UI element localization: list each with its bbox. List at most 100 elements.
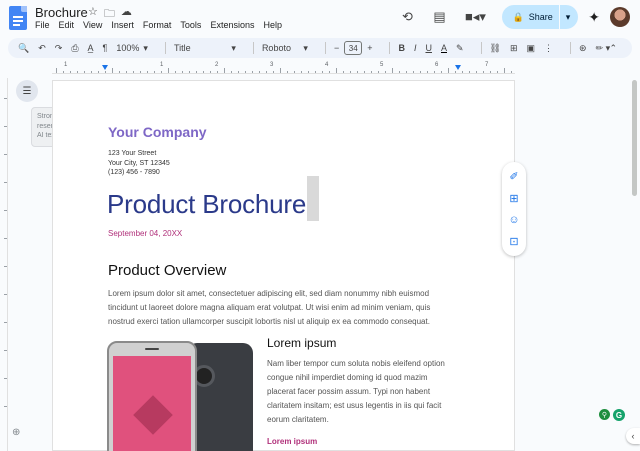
ruler-tick [252, 71, 253, 73]
ruler-tick [399, 71, 400, 73]
ruler-tick [350, 71, 351, 73]
side-panel-toggle-icon[interactable]: ‹ [626, 428, 640, 444]
chevron-down-icon: ▾ [143, 42, 148, 53]
ruler-tick [217, 71, 218, 73]
list-icon: ☰ [22, 85, 32, 97]
ruler-tick [280, 68, 281, 73]
address-line: 123 Your Street [108, 150, 157, 157]
section-heading[interactable]: Lorem ipsum [267, 336, 336, 350]
ruler-number: 1 [160, 62, 164, 68]
italic-button[interactable]: I [414, 43, 417, 53]
company-address[interactable]: 123 Your Street Your City, ST 12345 (123… [108, 149, 170, 178]
document-heading[interactable]: Product Brochure [107, 189, 306, 220]
chevron-down-icon[interactable]: ▾ [566, 12, 571, 23]
increase-font-size-button[interactable]: + [367, 43, 372, 53]
header: Brochure ☆ 🗀 ☁ File Edit View Insert For… [0, 0, 640, 36]
decrease-font-size-button[interactable]: − [334, 43, 339, 53]
grammarly-icon[interactable]: G [613, 409, 625, 421]
docs-logo-icon[interactable] [9, 6, 27, 30]
avatar[interactable] [610, 7, 630, 27]
insert-comment-icon[interactable]: ⊞ [510, 43, 518, 54]
font-size-input[interactable]: 34 [344, 41, 363, 55]
ruler-tick [210, 71, 211, 73]
location-pin-icon[interactable]: ⚲ [599, 409, 610, 420]
ruler-tick [203, 71, 204, 73]
ruler-tick [161, 71, 162, 73]
section-subheading[interactable]: Lorem ipsum [267, 437, 317, 446]
ruler-tick [357, 71, 358, 73]
ruler-tick [301, 71, 302, 73]
suggest-edits-icon[interactable]: ⊡ [509, 235, 518, 248]
company-name[interactable]: Your Company [108, 124, 207, 140]
menu-file[interactable]: File [35, 20, 50, 30]
ruler-number: 2 [215, 62, 219, 68]
bold-button[interactable]: B [398, 43, 405, 53]
menu-edit[interactable]: Edit [59, 20, 75, 30]
right-indent-marker[interactable] [455, 65, 461, 70]
link-icon[interactable]: ⛓ [490, 43, 501, 54]
print-icon[interactable]: ⎙ [71, 43, 78, 54]
lock-icon: 🔒 [512, 11, 524, 22]
horizontal-ruler[interactable]: 1 1 2 3 4 5 6 7 [52, 62, 515, 74]
phone-image[interactable] [107, 341, 255, 451]
ruler-tick [133, 71, 134, 73]
gemini-icon[interactable]: ✦ [588, 9, 600, 26]
text-color-button[interactable]: A [441, 43, 447, 53]
floating-action-bar: ✐ ⊞ ☺ ⊡ [502, 162, 526, 256]
left-indent-marker[interactable] [102, 65, 108, 70]
emoji-icon[interactable]: ☺ [508, 214, 519, 226]
menu-format[interactable]: Format [143, 20, 172, 30]
underline-button[interactable]: U [425, 43, 432, 53]
section-paragraph[interactable]: Nam liber tempor cum soluta nobis eleife… [267, 357, 457, 427]
menu-view[interactable]: View [83, 20, 102, 30]
more-icon[interactable]: ⋮ [544, 43, 553, 54]
style-select[interactable]: Title ▾ [174, 43, 236, 54]
font-select[interactable]: Roboto ▾ [262, 43, 308, 54]
ruler-tick [434, 71, 435, 73]
chevron-down-icon: ▾ [303, 42, 308, 53]
ruler-tick [147, 71, 148, 73]
ruler-tick [364, 71, 365, 73]
phone-front-illustration [107, 341, 197, 451]
meet-icon[interactable]: ■◂▾ [462, 8, 488, 26]
ruler-number: 5 [380, 62, 384, 68]
undo-icon[interactable]: ↶ [38, 43, 46, 54]
history-icon[interactable]: ⟲ [398, 8, 416, 26]
explore-icon[interactable]: ⊕ [12, 427, 20, 438]
vertical-scrollbar[interactable] [632, 80, 637, 196]
share-button[interactable]: 🔒 Share ▾ [502, 5, 579, 29]
ruler-tick [273, 71, 274, 73]
menu-tools[interactable]: Tools [180, 20, 201, 30]
gemini-edit-icon[interactable]: ⊛ [579, 43, 587, 54]
ruler-tick [322, 71, 323, 73]
ruler-tick [406, 71, 407, 73]
highlight-icon[interactable]: ✎ [456, 43, 464, 54]
ruler-tick [224, 68, 225, 73]
document-page[interactable]: Your Company 123 Your Street Your City, … [52, 80, 515, 451]
vertical-ruler[interactable] [0, 78, 8, 451]
overview-paragraph[interactable]: Lorem ipsum dolor sit amet, consectetuer… [108, 287, 448, 329]
help-me-write-icon[interactable]: ✐ [509, 170, 518, 183]
ruler-tick [420, 71, 421, 73]
spellcheck-icon[interactable]: A̲ [88, 43, 94, 53]
ruler-tick [238, 71, 239, 73]
document-outline-button[interactable]: ☰ [16, 80, 38, 102]
overview-heading[interactable]: Product Overview [108, 262, 226, 279]
menu-help[interactable]: Help [263, 20, 282, 30]
menu-insert[interactable]: Insert [111, 20, 134, 30]
search-icon[interactable]: 🔍 [18, 43, 29, 54]
comment-icon[interactable]: ▤ [430, 8, 448, 26]
zoom-select[interactable]: 100% ▾ [116, 43, 148, 54]
menu-extensions[interactable]: Extensions [210, 20, 254, 30]
document-title[interactable]: Brochure [35, 5, 88, 20]
paint-format-icon[interactable]: ¶ [103, 43, 108, 53]
ruler-tick [378, 71, 379, 73]
document-date[interactable]: September 04, 20XX [108, 229, 182, 238]
redo-icon[interactable]: ↷ [55, 43, 63, 54]
collapse-toolbar-icon[interactable]: ⌃ [609, 43, 617, 54]
editing-mode-icon[interactable]: ✏ ▾ [596, 43, 611, 54]
ruler-number: 7 [485, 62, 489, 68]
ruler-tick [294, 71, 295, 73]
insert-image-icon[interactable]: ▣ [527, 43, 536, 54]
add-comment-icon[interactable]: ⊞ [509, 192, 518, 205]
